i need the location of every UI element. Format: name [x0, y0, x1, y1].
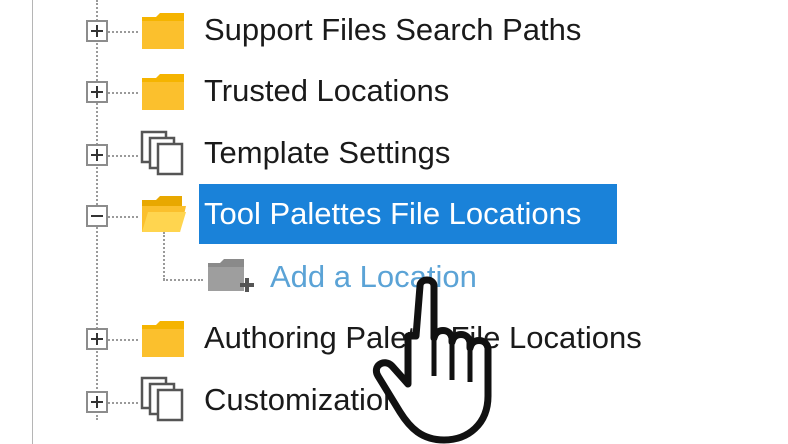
tree-item-label: Trusted Locations [204, 73, 450, 108]
tree-connector [108, 155, 138, 157]
collapse-toggle-minus-icon[interactable] [86, 205, 108, 227]
expand-toggle-plus-icon[interactable] [86, 81, 108, 103]
add-folder-icon [208, 259, 254, 292]
tree-item-label: Template Settings [204, 135, 451, 170]
tree-item-label: Tool Palettes File Locations [204, 196, 582, 231]
copy-stack-icon [140, 130, 184, 176]
expand-toggle-plus-icon[interactable] [86, 391, 108, 413]
folder-icon [142, 74, 184, 110]
folder-icon [142, 13, 184, 49]
tree-item-label: Support Files Search Paths [204, 12, 582, 47]
expand-toggle-plus-icon[interactable] [86, 20, 108, 42]
folder-open-icon [142, 196, 186, 232]
tree-connector-child [163, 279, 203, 281]
tree-left-border [32, 0, 33, 444]
expand-toggle-plus-icon[interactable] [86, 144, 108, 166]
folder-icon [142, 321, 184, 357]
expand-toggle-plus-icon[interactable] [86, 328, 108, 350]
tree-connector-child [163, 232, 165, 280]
tree-connector [108, 339, 138, 341]
tree-connector [108, 31, 138, 33]
tree-connector [108, 92, 138, 94]
tree-connector [108, 402, 138, 404]
hand-pointer-icon [373, 276, 492, 444]
copy-stack-icon [140, 376, 184, 422]
tree-connector [108, 216, 138, 218]
